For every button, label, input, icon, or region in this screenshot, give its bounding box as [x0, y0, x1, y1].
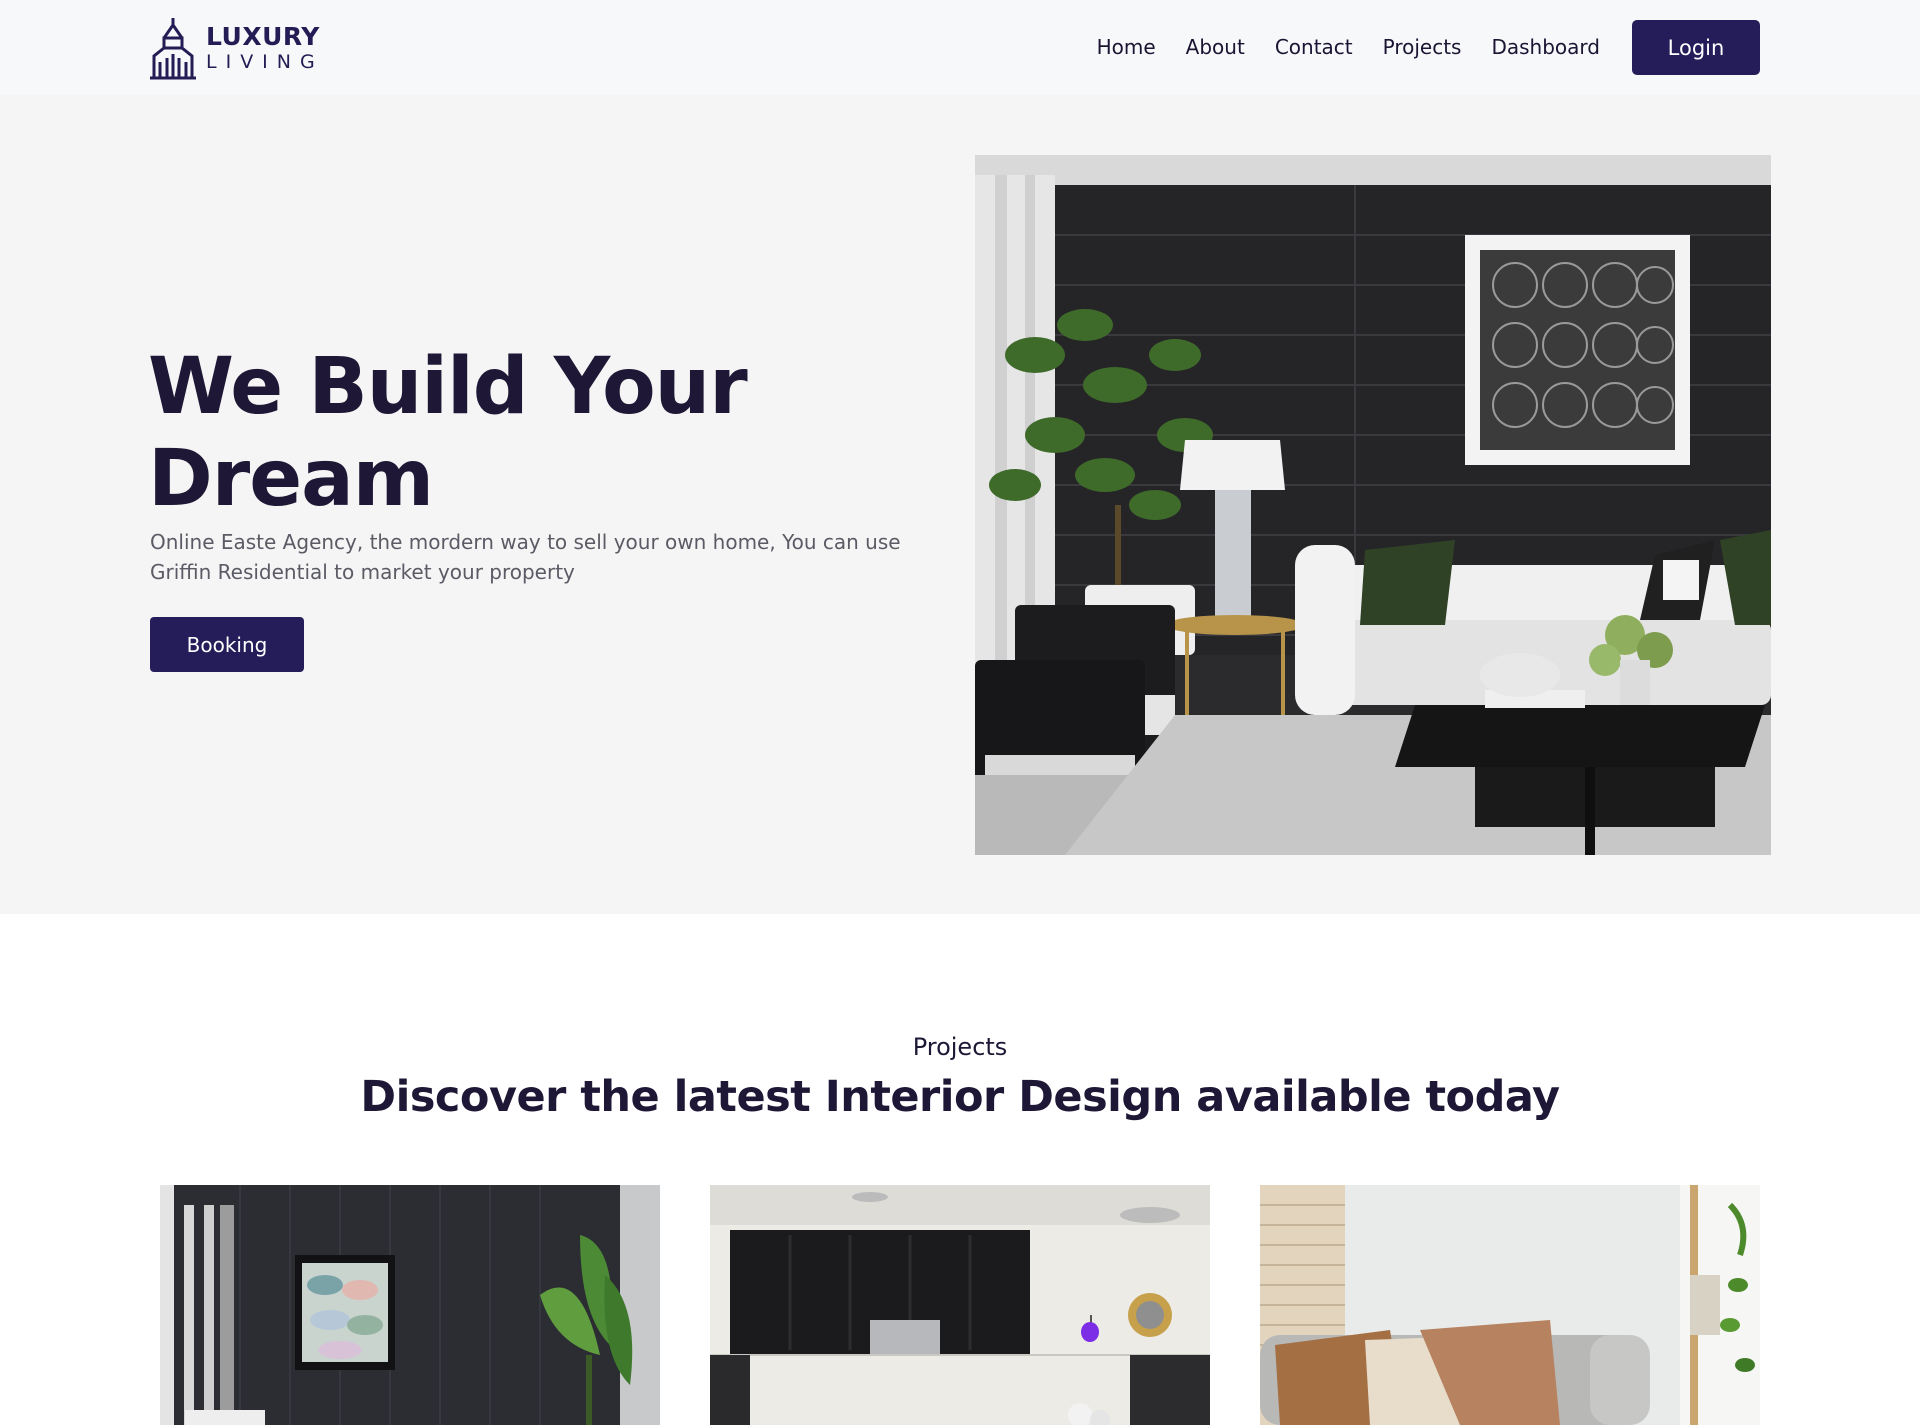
sofa-cushions-photo [1260, 1185, 1760, 1425]
brand-line-1: LUXURY [206, 22, 320, 51]
nav-home[interactable]: Home [1097, 35, 1156, 59]
nav-contact[interactable]: Contact [1275, 35, 1353, 59]
dark-wall-plant-photo [160, 1185, 660, 1425]
building-logo-icon [150, 18, 196, 80]
navbar: LUXURY LIVING Home About Contact Project… [0, 0, 1920, 95]
main-nav: Home About Contact Projects Dashboard [1097, 35, 1600, 59]
project-card-1[interactable] [160, 1185, 660, 1425]
brand-logo[interactable]: LUXURY LIVING [148, 16, 324, 80]
projects-title: Discover the latest Interior Design avai… [360, 1072, 1560, 1122]
booking-button[interactable]: Booking [150, 617, 304, 672]
hero-living-room-image [975, 155, 1771, 855]
hero-subtitle: Online Easte Agency, the mordern way to … [150, 530, 901, 584]
project-card-3[interactable] [1260, 1185, 1760, 1425]
living-room-photo [975, 155, 1771, 855]
projects-eyebrow: Projects [912, 1033, 1008, 1061]
hero-title: We Build Your Dream [148, 342, 748, 524]
hero-section: We Build Your Dream Online Easte Agency,… [0, 95, 1920, 914]
kitchen-photo [710, 1185, 1210, 1425]
login-button[interactable]: Login [1632, 20, 1760, 75]
nav-dashboard[interactable]: Dashboard [1491, 35, 1600, 59]
brand-wordmark: LUXURY LIVING [206, 24, 324, 72]
brand-line-2: LIVING [206, 51, 324, 73]
nav-about[interactable]: About [1186, 35, 1245, 59]
project-card-2[interactable] [710, 1185, 1210, 1425]
nav-projects[interactable]: Projects [1383, 35, 1462, 59]
